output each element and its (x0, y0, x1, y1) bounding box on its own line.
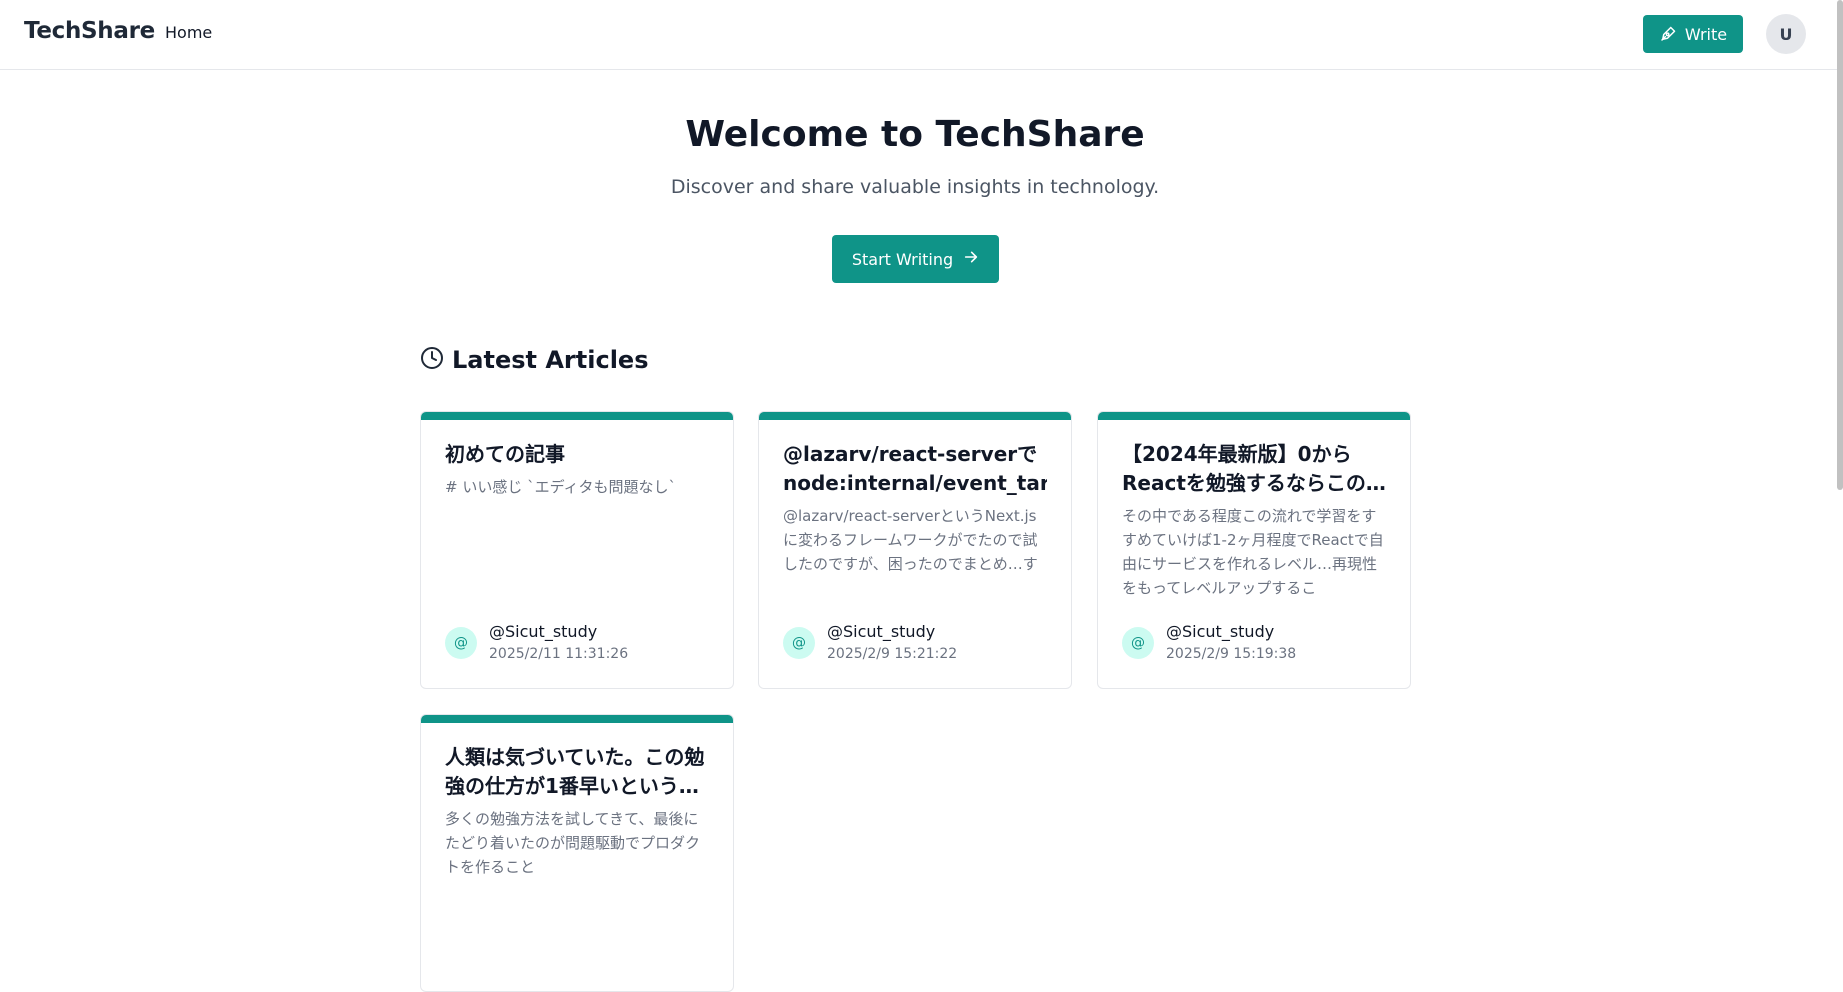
article-excerpt: 多くの勉強方法を試してきて、最後にたどり着いたのが問題駆動でプロダクトを作ること (445, 810, 701, 876)
article-excerpt: # いい感じ `エディタも問題なし` (445, 478, 677, 496)
article-author: @ @Sicut_study 2025/2/9 15:21:22 (783, 622, 957, 664)
author-name: @Sicut_study (489, 622, 598, 641)
write-button-label: Write (1684, 24, 1728, 44)
brand-logo[interactable]: TechShare (24, 18, 155, 44)
article-title[interactable]: 初めての記事 (445, 440, 709, 469)
arrow-right-icon (963, 249, 979, 269)
author-name: @Sicut_study (827, 622, 936, 641)
hero-title: Welcome to TechShare (685, 114, 1145, 155)
card-accent-bar (1098, 412, 1410, 420)
pen-tool-icon (1659, 25, 1677, 43)
article-card[interactable]: 【2024年最新版】0からReactを勉強するならこの… その中である程度この流… (1097, 411, 1411, 689)
author-name: @Sicut_study (1166, 622, 1275, 641)
article-date: 2025/2/9 15:21:22 (827, 646, 958, 662)
author-avatar: @ (1122, 627, 1154, 659)
article-title[interactable]: @lazarv/react-serverで node:internal/even… (783, 440, 1047, 498)
write-button[interactable]: Write (1643, 15, 1743, 53)
article-card[interactable]: @lazarv/react-serverで node:internal/even… (758, 411, 1072, 689)
page-scrollbar[interactable] (1837, 0, 1843, 490)
card-accent-bar (421, 715, 733, 723)
author-avatar: @ (445, 627, 477, 659)
article-title[interactable]: 人類は気づいていた。この勉強の仕方が1番早いという… (445, 743, 709, 801)
card-accent-bar (759, 412, 1071, 420)
article-excerpt: その中である程度この流れで学習をすすめていけば1-2ヶ月程度でReactで自由に… (1122, 507, 1384, 597)
article-card[interactable]: 人類は気づいていた。この勉強の仕方が1番早いという… 多くの勉強方法を試してきて… (420, 714, 734, 992)
card-accent-bar (421, 412, 733, 420)
start-writing-label: Start Writing (851, 249, 954, 269)
article-author: @ @Sicut_study 2025/2/9 15:19:38 (1122, 622, 1296, 664)
clock-icon (420, 346, 444, 374)
hero-subtitle: Discover and share valuable insights in … (670, 176, 1160, 198)
latest-articles-heading: Latest Articles (420, 346, 648, 374)
article-title[interactable]: 【2024年最新版】0からReactを勉強するならこの… (1122, 440, 1386, 498)
nav-link-home[interactable]: Home (165, 23, 212, 42)
author-avatar: @ (783, 627, 815, 659)
user-avatar[interactable]: U (1766, 14, 1806, 54)
top-nav-bar: TechShare Home Write U (0, 0, 1843, 70)
start-writing-button[interactable]: Start Writing (832, 235, 999, 283)
section-title: Latest Articles (452, 346, 649, 374)
article-date: 2025/2/11 11:31:26 (489, 646, 629, 662)
article-card[interactable]: 初めての記事 # いい感じ `エディタも問題なし` @ @Sicut_study… (420, 411, 734, 689)
article-date: 2025/2/9 15:19:38 (1166, 646, 1297, 662)
article-author: @ @Sicut_study 2025/2/11 11:31:26 (445, 622, 628, 664)
article-excerpt: @lazarv/react-serverというNext.jsに変わるフレームワー… (783, 507, 1038, 573)
